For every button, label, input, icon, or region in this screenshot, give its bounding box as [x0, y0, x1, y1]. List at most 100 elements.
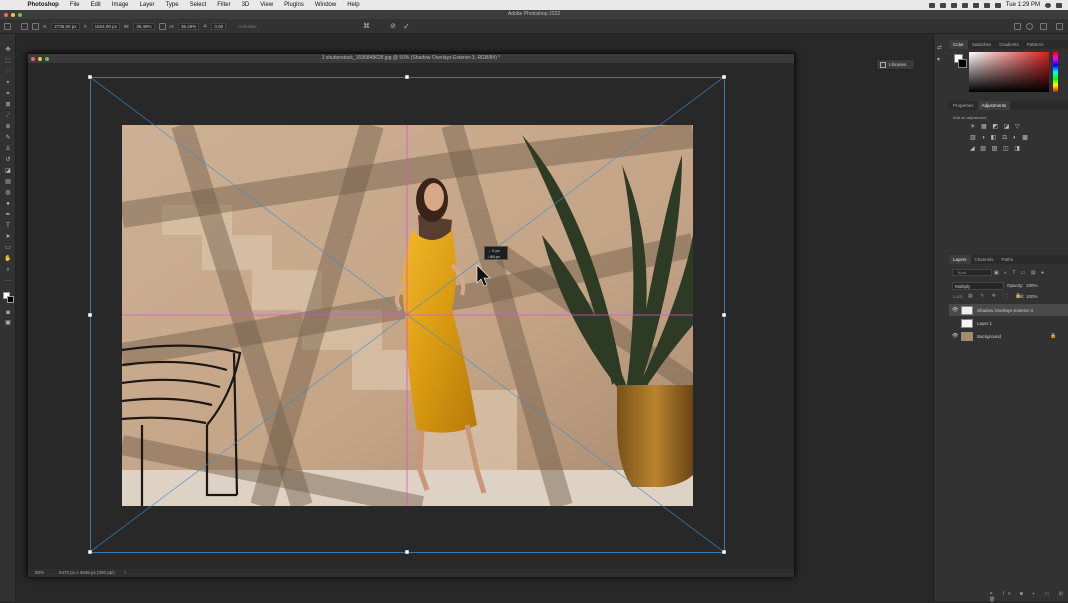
eyedropper-tool-icon[interactable]: ⟋: [4, 112, 12, 120]
zoom-document-icon[interactable]: [45, 56, 49, 61]
crop-tool-icon[interactable]: ⌗: [4, 90, 12, 98]
adjustment-icons-grid[interactable]: ☀ ▦ ◩ ◪ ▽ ▥ ◑ ◧ ⚖ ◐ ▩ ◢ ▨ ▧ ◫ ◨: [970, 122, 1055, 154]
menu-select[interactable]: Select: [184, 2, 212, 8]
menu-window[interactable]: Window: [309, 2, 341, 8]
path-selection-tool-icon[interactable]: ➤: [4, 233, 12, 241]
wifi-icon[interactable]: [983, 2, 990, 8]
menu-filter[interactable]: Filter: [212, 2, 236, 8]
status-menu-arrow-icon[interactable]: 〉: [124, 569, 129, 577]
share-document-icon[interactable]: [1056, 22, 1063, 30]
screen-mode-icon[interactable]: ▣: [4, 319, 12, 327]
zoom-window-icon[interactable]: [18, 12, 22, 17]
comments-panel-icon[interactable]: ▾: [937, 56, 945, 64]
width-field[interactable]: 36.49%: [133, 22, 155, 30]
volume-icon[interactable]: [972, 2, 979, 8]
commit-transform-icon[interactable]: ✓: [403, 22, 410, 31]
dodge-tool-icon[interactable]: ●: [4, 200, 12, 208]
menu-layer[interactable]: Layer: [134, 2, 160, 8]
layer-row-shadow-overlays[interactable]: 👁 Shadow Overlays Exterior-3: [949, 304, 1068, 316]
menu-list-icon[interactable]: [1056, 2, 1062, 8]
blur-tool-icon[interactable]: ◍: [4, 189, 12, 197]
more-tools-icon[interactable]: ···: [4, 277, 12, 285]
tab-layers[interactable]: Layers: [949, 255, 971, 264]
control-center-icon[interactable]: [994, 2, 1001, 8]
canvas-image[interactable]: [122, 125, 693, 506]
menu-file[interactable]: File: [64, 2, 85, 8]
zoom-level[interactable]: 50%: [35, 569, 44, 577]
gradient-tool-icon[interactable]: ▤: [4, 178, 12, 186]
healing-brush-tool-icon[interactable]: ⊕: [4, 123, 12, 131]
blend-mode-select[interactable]: Multiply: [952, 282, 1004, 290]
menu-image[interactable]: Image: [106, 2, 134, 8]
shape-tool-icon[interactable]: ▭: [4, 244, 12, 252]
type-tool-icon[interactable]: T: [4, 222, 12, 230]
tab-properties[interactable]: Properties: [949, 101, 978, 110]
minimize-document-icon[interactable]: [38, 56, 42, 61]
dropbox-icon[interactable]: [950, 2, 957, 8]
object-selection-tool-icon[interactable]: ⌖: [4, 79, 12, 87]
workspace-icon[interactable]: [1040, 22, 1047, 30]
document-tab[interactable]: 3 shutterstock_1695848628.jpg @ 50% (Sha…: [28, 54, 794, 63]
menu-plugins[interactable]: Plugins: [279, 2, 310, 8]
layers-footer-icons[interactable]: ⚭ fx ◙ ◐ ▭ ⊞ 🗑: [989, 591, 1068, 603]
layer-filter-icons[interactable]: ▣ ◐ T ▭ ▤ ●: [994, 270, 1064, 276]
menu-view[interactable]: View: [255, 2, 279, 8]
status-menu-icon[interactable]: [961, 2, 968, 8]
marquee-tool-icon[interactable]: ⬚: [4, 57, 12, 65]
zoom-tool-icon[interactable]: ⌕: [4, 266, 12, 274]
eraser-tool-icon[interactable]: ◪: [4, 167, 12, 175]
link-icon[interactable]: [158, 22, 166, 30]
warp-icon[interactable]: ⌘: [363, 22, 370, 30]
tab-swatches[interactable]: Swatches: [968, 40, 996, 49]
status-menu-icon[interactable]: [928, 2, 935, 8]
hand-tool-icon[interactable]: ✋: [4, 255, 12, 263]
hue-slider[interactable]: [1053, 52, 1058, 92]
tab-adjustments[interactable]: Adjustments: [977, 101, 1011, 110]
lasso-tool-icon[interactable]: ◌: [4, 68, 12, 76]
background-color-swatch[interactable]: [7, 296, 14, 303]
layer-name[interactable]: Background: [977, 334, 1001, 339]
status-menu-icon[interactable]: [939, 2, 946, 8]
libraries-panel-button[interactable]: Libraries: [876, 59, 915, 70]
tab-channels[interactable]: Channels: [971, 255, 998, 264]
interpolation-select[interactable]: Anti-alias: [238, 24, 257, 29]
close-document-icon[interactable]: [31, 56, 35, 61]
tab-gradients[interactable]: Gradients: [995, 40, 1023, 49]
quick-mask-icon[interactable]: ◙: [4, 309, 12, 317]
history-brush-tool-icon[interactable]: ↺: [4, 156, 12, 164]
home-icon[interactable]: [4, 22, 11, 30]
fill-field[interactable]: 100%: [1026, 294, 1038, 299]
pen-tool-icon[interactable]: ✒: [4, 211, 12, 219]
menu-type[interactable]: Type: [160, 2, 184, 8]
menubar-clock[interactable]: Tue 1:29 PM: [1006, 2, 1040, 8]
learn-panel-icon[interactable]: ⇄: [937, 44, 945, 52]
layer-row-background[interactable]: 👁 Background 🔒: [949, 330, 1068, 342]
color-field[interactable]: [969, 52, 1049, 92]
search-icon[interactable]: [1045, 2, 1051, 8]
tab-color[interactable]: Color: [949, 40, 968, 49]
clone-stamp-tool-icon[interactable]: ♙: [4, 145, 12, 153]
menu-3d[interactable]: 3D: [236, 2, 255, 8]
tab-patterns[interactable]: Patterns: [1023, 40, 1048, 49]
height-field[interactable]: 36.49%: [178, 22, 200, 30]
layer-name[interactable]: Shadow Overlays Exterior-3: [977, 308, 1033, 313]
frame-tool-icon[interactable]: ⊠: [4, 101, 12, 109]
search-icon[interactable]: [1026, 22, 1033, 30]
layer-visibility-eye-icon[interactable]: 👁: [952, 333, 958, 339]
x-position-field[interactable]: 2736.00 px: [51, 22, 80, 30]
y-position-field[interactable]: 1824.00 px: [91, 22, 120, 30]
transform-tool-icon[interactable]: [21, 22, 28, 30]
share-icon[interactable]: [1014, 22, 1021, 30]
layer-row-layer-1[interactable]: Layer 1: [949, 317, 1068, 329]
menu-app-photoshop[interactable]: Photoshop: [22, 2, 64, 8]
layer-visibility-eye-icon[interactable]: 👁: [952, 307, 958, 313]
layer-kind-filter[interactable]: Kind: [952, 269, 992, 276]
color-background-swatch[interactable]: [958, 59, 967, 68]
menu-help[interactable]: Help: [342, 2, 365, 8]
brush-tool-icon[interactable]: ✎: [4, 134, 12, 142]
tab-paths[interactable]: Paths: [998, 255, 1018, 264]
reference-point-icon[interactable]: [32, 22, 39, 30]
cancel-transform-icon[interactable]: ⊘: [390, 22, 396, 30]
menu-edit[interactable]: Edit: [85, 2, 106, 8]
angle-field[interactable]: 0.00: [211, 22, 227, 30]
